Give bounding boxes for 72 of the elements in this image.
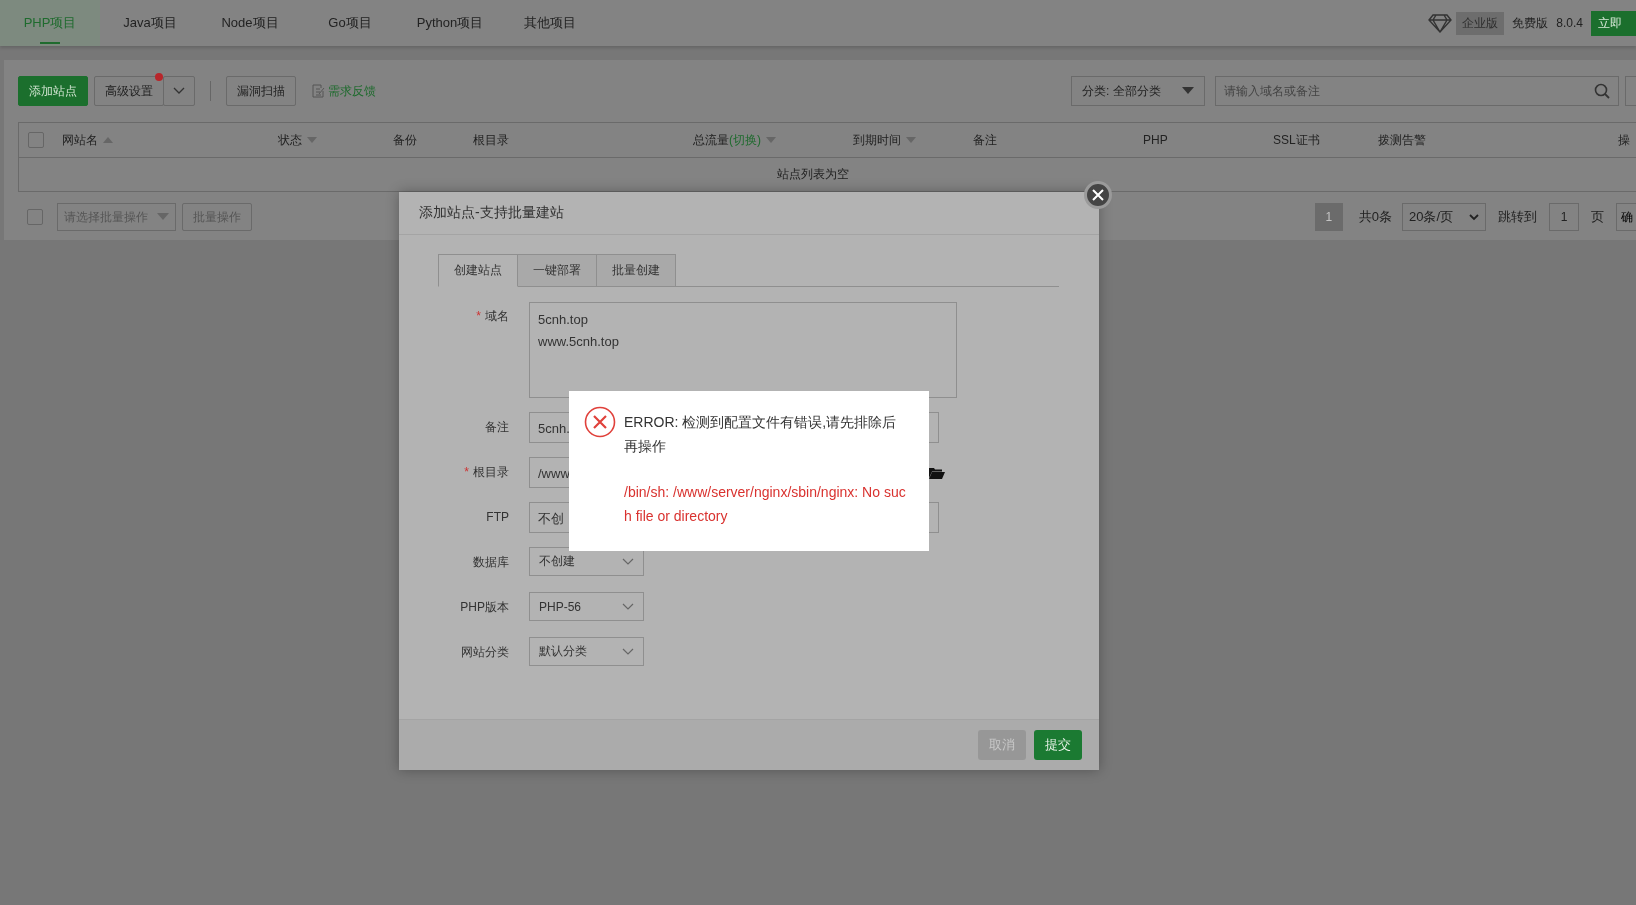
total-count: 共0条 (1357, 208, 1393, 226)
project-tab[interactable]: Java项目 (100, 0, 200, 46)
diamond-icon (1428, 13, 1453, 33)
error-message: ERROR: 检测到配置文件有错误,请先排除后再操作 (624, 413, 898, 456)
field-label: 根目录 (473, 465, 509, 479)
chevron-down-icon (622, 648, 634, 655)
project-tab[interactable]: Go项目 (300, 0, 400, 46)
search-field[interactable]: 请输入域名或备注 (1215, 76, 1619, 106)
column-header: 拨测告警 (1378, 131, 1426, 149)
column-header: PHP (1143, 133, 1168, 147)
error-icon (584, 406, 616, 438)
search-icon[interactable] (1594, 83, 1610, 99)
confirm-button[interactable]: 确 (1616, 203, 1636, 231)
page-number[interactable]: 1 (1314, 203, 1343, 231)
jump-label: 跳转到 (1497, 208, 1538, 226)
page-size-select[interactable]: 20条/页 (1402, 203, 1486, 231)
column-header: 网站名 (62, 131, 98, 149)
field-label: PHP版本 (460, 600, 509, 614)
batch-checkbox[interactable] (27, 209, 43, 225)
toolbar-button[interactable] (1625, 76, 1636, 106)
folder-icon[interactable] (929, 467, 945, 479)
required-mark: * (464, 465, 469, 479)
column-header: 备注 (973, 131, 997, 149)
category-select[interactable]: 分类: 全部分类 (1071, 76, 1205, 106)
select-field[interactable]: PHP-56 (529, 592, 644, 621)
advanced-settings-button[interactable]: 高级设置 (94, 76, 164, 106)
column-header: 总流量(切换) (693, 131, 761, 149)
project-tab[interactable]: Node项目 (200, 0, 300, 46)
column-header: 根目录 (473, 131, 509, 149)
sort-up-icon[interactable] (103, 137, 113, 143)
empty-message: 站点列表为空 (776, 166, 849, 183)
dialog-tab[interactable]: 批量创建 (596, 254, 676, 286)
select-all-checkbox[interactable] (28, 132, 44, 148)
project-tab[interactable]: Python项目 (400, 0, 500, 46)
chevron-down-icon (622, 603, 634, 610)
dropdown-button[interactable] (163, 76, 195, 106)
close-icon (1092, 189, 1104, 201)
column-header: 操 (1618, 131, 1630, 149)
page-unit: 页 (1590, 208, 1605, 226)
submit-button[interactable]: 提交 (1034, 730, 1082, 760)
dialog-tab[interactable]: 创建站点 (438, 254, 518, 287)
caret-icon (1182, 87, 1194, 95)
field-label: 域名 (485, 309, 509, 323)
caret-icon (157, 213, 169, 221)
select-field[interactable]: 默认分类 (529, 637, 644, 666)
vulnerability-scan-button[interactable]: 漏洞扫描 (226, 76, 296, 106)
dialog-tab[interactable]: 一键部署 (517, 254, 597, 286)
chevron-down-icon (1469, 213, 1479, 221)
field-label: 备注 (485, 420, 509, 434)
caret-icon (173, 87, 185, 95)
field-label: 数据库 (473, 555, 509, 569)
jump-field[interactable]: 1 (1549, 203, 1579, 231)
project-tab[interactable]: 其他项目 (500, 0, 600, 46)
field-label: 网站分类 (461, 645, 509, 659)
column-header: 状态 (278, 131, 302, 149)
error-detail: /bin/sh: /www/server/nginx/sbin/nginx: No such file or directory (624, 483, 907, 526)
sort-down-icon[interactable] (906, 137, 916, 143)
edition-badge: 企业版 (1456, 11, 1505, 35)
column-header: SSL证书 (1273, 131, 1320, 149)
version-label: 8.0.4 (1556, 16, 1583, 30)
sort-down-icon[interactable] (766, 137, 776, 143)
edit-icon (312, 84, 325, 98)
dialog-title: 添加站点-支持批量建站 (419, 204, 564, 222)
chevron-down-icon (622, 558, 634, 565)
plan-label: 免费版 (1512, 14, 1549, 32)
sort-down-icon[interactable] (307, 137, 317, 143)
required-mark: * (476, 309, 481, 323)
column-header: 到期时间 (853, 131, 901, 149)
column-header: 备份 (393, 131, 417, 149)
add-site-button[interactable]: 添加站点 (18, 76, 88, 106)
upgrade-button[interactable]: 立即 (1591, 10, 1636, 36)
field-label: FTP (486, 510, 509, 524)
